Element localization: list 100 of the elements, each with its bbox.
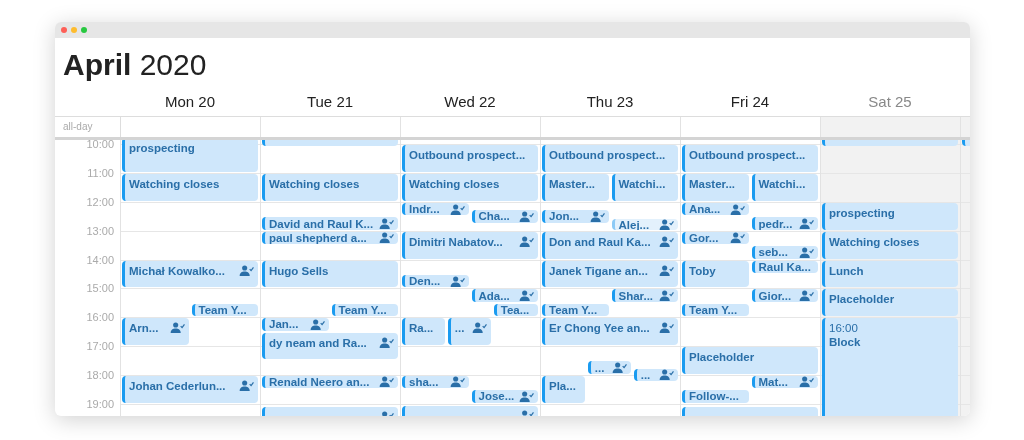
event-title: Indr... — [409, 202, 440, 216]
day-header: Fri 24 — [730, 92, 770, 110]
calendar-event[interactable]: Dimitri Nabatov... — [402, 231, 538, 259]
all-day-label: all-day — [55, 117, 121, 137]
event-title: Watching closes — [129, 177, 220, 192]
event-title: Placeholder — [689, 349, 755, 364]
hour-label: 10:00 — [86, 140, 114, 151]
calendar-event[interactable]: Watchi... — [751, 174, 818, 201]
calendar-event[interactable]: Placeholder — [822, 289, 958, 317]
calendar-event[interactable]: prospecting — [122, 140, 258, 173]
event-title: Block — [829, 335, 861, 350]
hour-label: 16:00 — [86, 311, 114, 324]
calendar-event[interactable]: Michał Kowalko... — [122, 260, 258, 288]
calendar-event[interactable]: Placeholder — [682, 346, 818, 374]
calendar-event[interactable]: Jon... — [542, 210, 609, 223]
calendar-event[interactable]: Team Y... — [191, 303, 258, 317]
calendar-event[interactable]: Lunch — [822, 260, 958, 288]
calendar-event[interactable]: ... — [633, 368, 678, 381]
event-title: Watching closes — [269, 177, 360, 192]
hour-label: 12:00 — [86, 195, 114, 208]
calendar-event[interactable]: Watching closes — [122, 174, 258, 201]
day-header: Wed 22 — [444, 92, 496, 110]
calendar-event[interactable]: Tea... — [493, 303, 538, 317]
event-title: Master... — [689, 177, 736, 192]
calendar-event[interactable]: Arn... — [122, 318, 189, 345]
event-title: Dimitri Nabatov... — [409, 234, 503, 249]
event-title: Master... — [549, 177, 596, 192]
calendar-event[interactable]: Jan... — [262, 318, 329, 331]
event-title: prospecting — [129, 141, 195, 156]
calendar-event[interactable]: Cha... — [471, 210, 538, 223]
calendar-event[interactable]: prospecting — [822, 202, 958, 230]
event-title: Follow-... — [689, 390, 739, 403]
calendar-event[interactable]: Shar... — [611, 289, 678, 302]
calendar-event[interactable]: Er Chong Yee an... — [542, 318, 678, 345]
calendar-event[interactable]: Ra... — [402, 318, 445, 345]
calendar-event[interactable]: Watching closes — [822, 231, 958, 259]
event-title: Team Y... — [549, 303, 598, 317]
calendar-event[interactable]: Gior... — [751, 289, 818, 302]
event-title: Don and Raul Ka... — [549, 234, 651, 249]
event-title: Hugo Sells — [269, 263, 329, 278]
event-title: Team Y... — [198, 303, 247, 317]
calendar-event[interactable]: Watchi... — [611, 174, 678, 201]
month-title: April 2020 — [62, 47, 207, 83]
event-title: Jon... — [549, 210, 580, 223]
calendar-event[interactable]: Team Y... — [682, 303, 749, 317]
calendar-event[interactable]: Pla... — [542, 375, 585, 403]
zoom-button[interactable] — [81, 27, 87, 33]
calendar-event[interactable]: Outbound prospect... — [542, 145, 678, 173]
calendar-event[interactable]: Outbound prospect... — [682, 145, 818, 173]
calendar-event[interactable]: Den... — [402, 274, 469, 288]
calendar-event[interactable]: Team Y... — [331, 303, 398, 317]
calendar-event[interactable]: pedr... — [751, 217, 818, 230]
event-title: seb... — [758, 246, 788, 259]
event-title: Outbound prospect... — [409, 148, 526, 163]
calendar-event[interactable]: Follow-... — [682, 390, 749, 403]
event-title: Cha... — [478, 210, 510, 223]
calendar-event[interactable]: seb... — [751, 246, 818, 259]
calendar-event[interactable]: ... — [587, 361, 631, 374]
event-title: ... — [594, 361, 605, 374]
event-title: Watching closes — [409, 177, 500, 192]
calendar-event[interactable]: Alej... — [611, 218, 678, 231]
event-title: Team Y... — [338, 303, 387, 317]
event-title: Placeholder — [829, 292, 895, 307]
minimize-button[interactable] — [71, 27, 77, 33]
calendar-event[interactable]: ... — [447, 318, 491, 345]
event-title: dy neam and Ra... — [269, 335, 367, 350]
calendar-event[interactable]: Jose... — [471, 390, 538, 403]
event-title: Lunch — [829, 263, 864, 278]
event-title: Gior... — [758, 289, 792, 302]
calendar-event[interactable]: Johan Cederlun... — [122, 375, 258, 403]
event-title: Tea... — [500, 303, 530, 317]
hour-label: 15:00 — [86, 282, 114, 295]
hour-label: 14:00 — [86, 253, 114, 266]
calendar-event[interactable]: 16:00 Block — [822, 318, 958, 416]
calendar-event[interactable]: dy neam and Ra... — [262, 332, 398, 360]
event-title: paul shepherd a... — [269, 231, 367, 245]
calendar-event[interactable]: Master... — [542, 174, 609, 201]
day-header: Sat 25 — [868, 92, 912, 110]
calendar-event[interactable]: Janek Tigane an... — [542, 260, 678, 288]
event-title: Watchi... — [758, 177, 806, 192]
calendar-event[interactable]: Outbound prospect... — [402, 145, 538, 173]
close-button[interactable] — [61, 27, 67, 33]
event-title: Shar... — [618, 289, 654, 302]
event-title: Arn... — [129, 321, 159, 336]
hour-label: 11:00 — [87, 167, 114, 180]
calendar-event[interactable]: Hugo Sells — [262, 260, 398, 288]
calendar-event[interactable]: Watching closes — [402, 174, 538, 201]
event-title: Outbound prospect... — [549, 148, 666, 163]
hour-label: 19:00 — [86, 397, 114, 410]
calendar-event[interactable]: David and Raul K... — [262, 217, 398, 230]
event-title: Michał Kowalko... — [129, 263, 225, 278]
event-title: Ana... — [689, 202, 721, 216]
calendar-event[interactable]: Toby — [682, 260, 749, 288]
calendar-event[interactable]: Ada... — [471, 289, 538, 302]
calendar-event[interactable]: Don and Raul Ka... — [542, 231, 678, 259]
event-title: Ada... — [478, 289, 510, 302]
calendar-event[interactable]: Team Y... — [542, 303, 609, 317]
calendar-event[interactable]: Master... — [682, 174, 749, 201]
event-time: 16:00 — [829, 321, 859, 336]
calendar-event[interactable]: Watching closes — [262, 174, 398, 201]
